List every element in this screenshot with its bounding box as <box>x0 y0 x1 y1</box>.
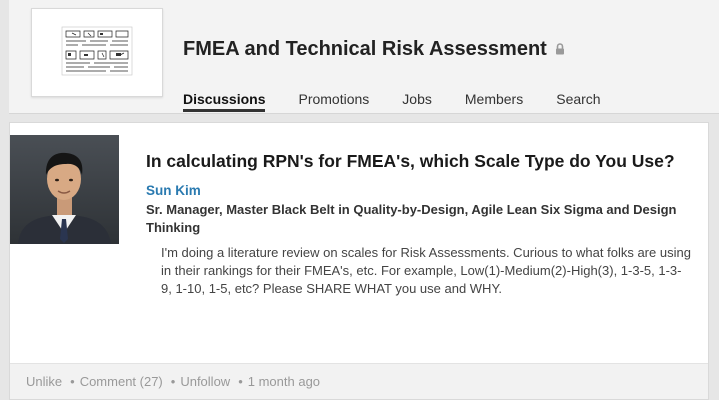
post-title[interactable]: In calculating RPN's for FMEA's, which S… <box>146 151 701 172</box>
tab-search[interactable]: Search <box>556 91 600 112</box>
group-header: FMEA and Technical Risk Assessment Discu… <box>9 0 719 114</box>
group-logo-image <box>61 26 133 76</box>
group-title: FMEA and Technical Risk Assessment <box>183 38 565 61</box>
tab-jobs[interactable]: Jobs <box>402 91 432 112</box>
author-headline: Sr. Manager, Master Black Belt in Qualit… <box>146 202 677 235</box>
author-avatar[interactable] <box>10 135 119 244</box>
unfollow-link[interactable]: Unfollow <box>180 374 230 389</box>
group-logo[interactable] <box>31 8 163 97</box>
separator-dot: • <box>70 374 75 389</box>
post-timestamp: 1 month ago <box>247 374 321 389</box>
tab-members[interactable]: Members <box>465 91 523 112</box>
tab-promotions[interactable]: Promotions <box>298 91 369 112</box>
author-name-link[interactable]: Sun Kim <box>146 183 201 198</box>
post-body: I'm doing a literature review on scales … <box>161 245 691 296</box>
lock-icon <box>555 38 565 61</box>
unlike-link[interactable]: Unlike <box>26 374 62 389</box>
comment-link[interactable]: Comment (27) <box>80 374 163 389</box>
group-nav: Discussions Promotions Jobs Members Sear… <box>183 91 634 112</box>
discussion-post: In calculating RPN's for FMEA's, which S… <box>9 122 709 400</box>
group-title-text: FMEA and Technical Risk Assessment <box>183 38 547 60</box>
separator-dot: • <box>170 374 176 389</box>
post-action-bar: Unlike • Comment (27) • Unfollow • 1 mon… <box>10 363 708 399</box>
tab-discussions[interactable]: Discussions <box>183 91 266 112</box>
separator-dot: • <box>238 374 243 389</box>
